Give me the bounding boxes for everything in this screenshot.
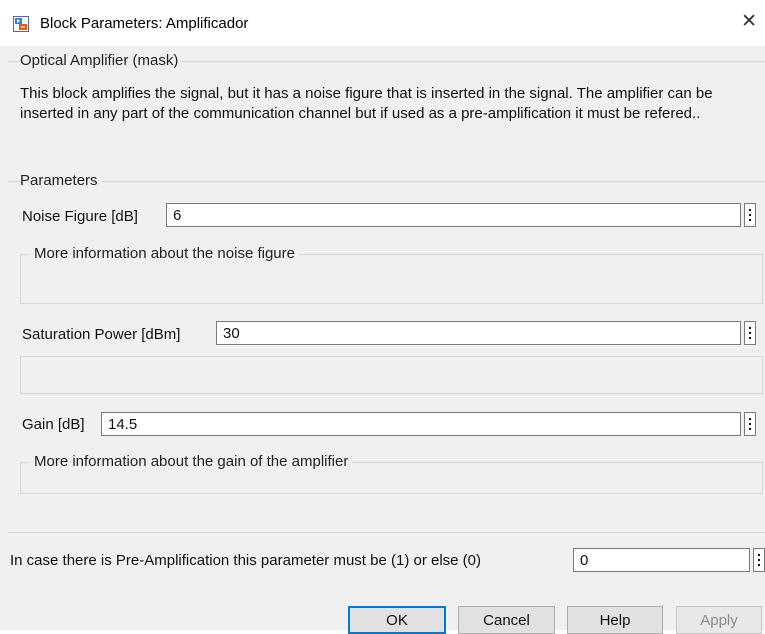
saturation-power-more-icon[interactable] — [744, 321, 756, 345]
saturation-power-info-panel — [20, 356, 763, 394]
gain-label: Gain [dB] — [22, 416, 85, 433]
parameters-legend: Parameters — [20, 172, 102, 189]
gain-more-icon[interactable] — [744, 412, 756, 436]
noise-figure-info-legend: More information about the noise figure — [30, 245, 299, 262]
noise-figure-label: Noise Figure [dB] — [22, 208, 138, 225]
window-title: Block Parameters: Amplificador — [40, 15, 249, 32]
gain-info-legend: More information about the gain of the a… — [30, 453, 353, 470]
noise-figure-more-icon[interactable] — [744, 203, 756, 227]
title-bar: Block Parameters: Amplificador ✕ — [0, 0, 765, 46]
mask-legend: Optical Amplifier (mask) — [20, 52, 183, 69]
saturation-power-label: Saturation Power [dBm] — [22, 326, 181, 343]
parameters-group-bottom — [8, 532, 765, 533]
preamp-input[interactable] — [573, 548, 750, 572]
close-icon[interactable]: ✕ — [741, 12, 757, 32]
noise-figure-input[interactable] — [166, 203, 741, 227]
parameters-group-line — [8, 181, 765, 182]
gain-input[interactable] — [101, 412, 741, 436]
preamp-label: In case there is Pre-Amplification this … — [10, 552, 482, 569]
saturation-power-input[interactable] — [216, 321, 741, 345]
preamp-more-icon[interactable] — [753, 548, 765, 572]
dialog-content: Optical Amplifier (mask) This block ampl… — [0, 46, 765, 634]
simulink-block-icon — [13, 16, 29, 32]
mask-description: This block amplifies the signal, but it … — [20, 85, 713, 122]
